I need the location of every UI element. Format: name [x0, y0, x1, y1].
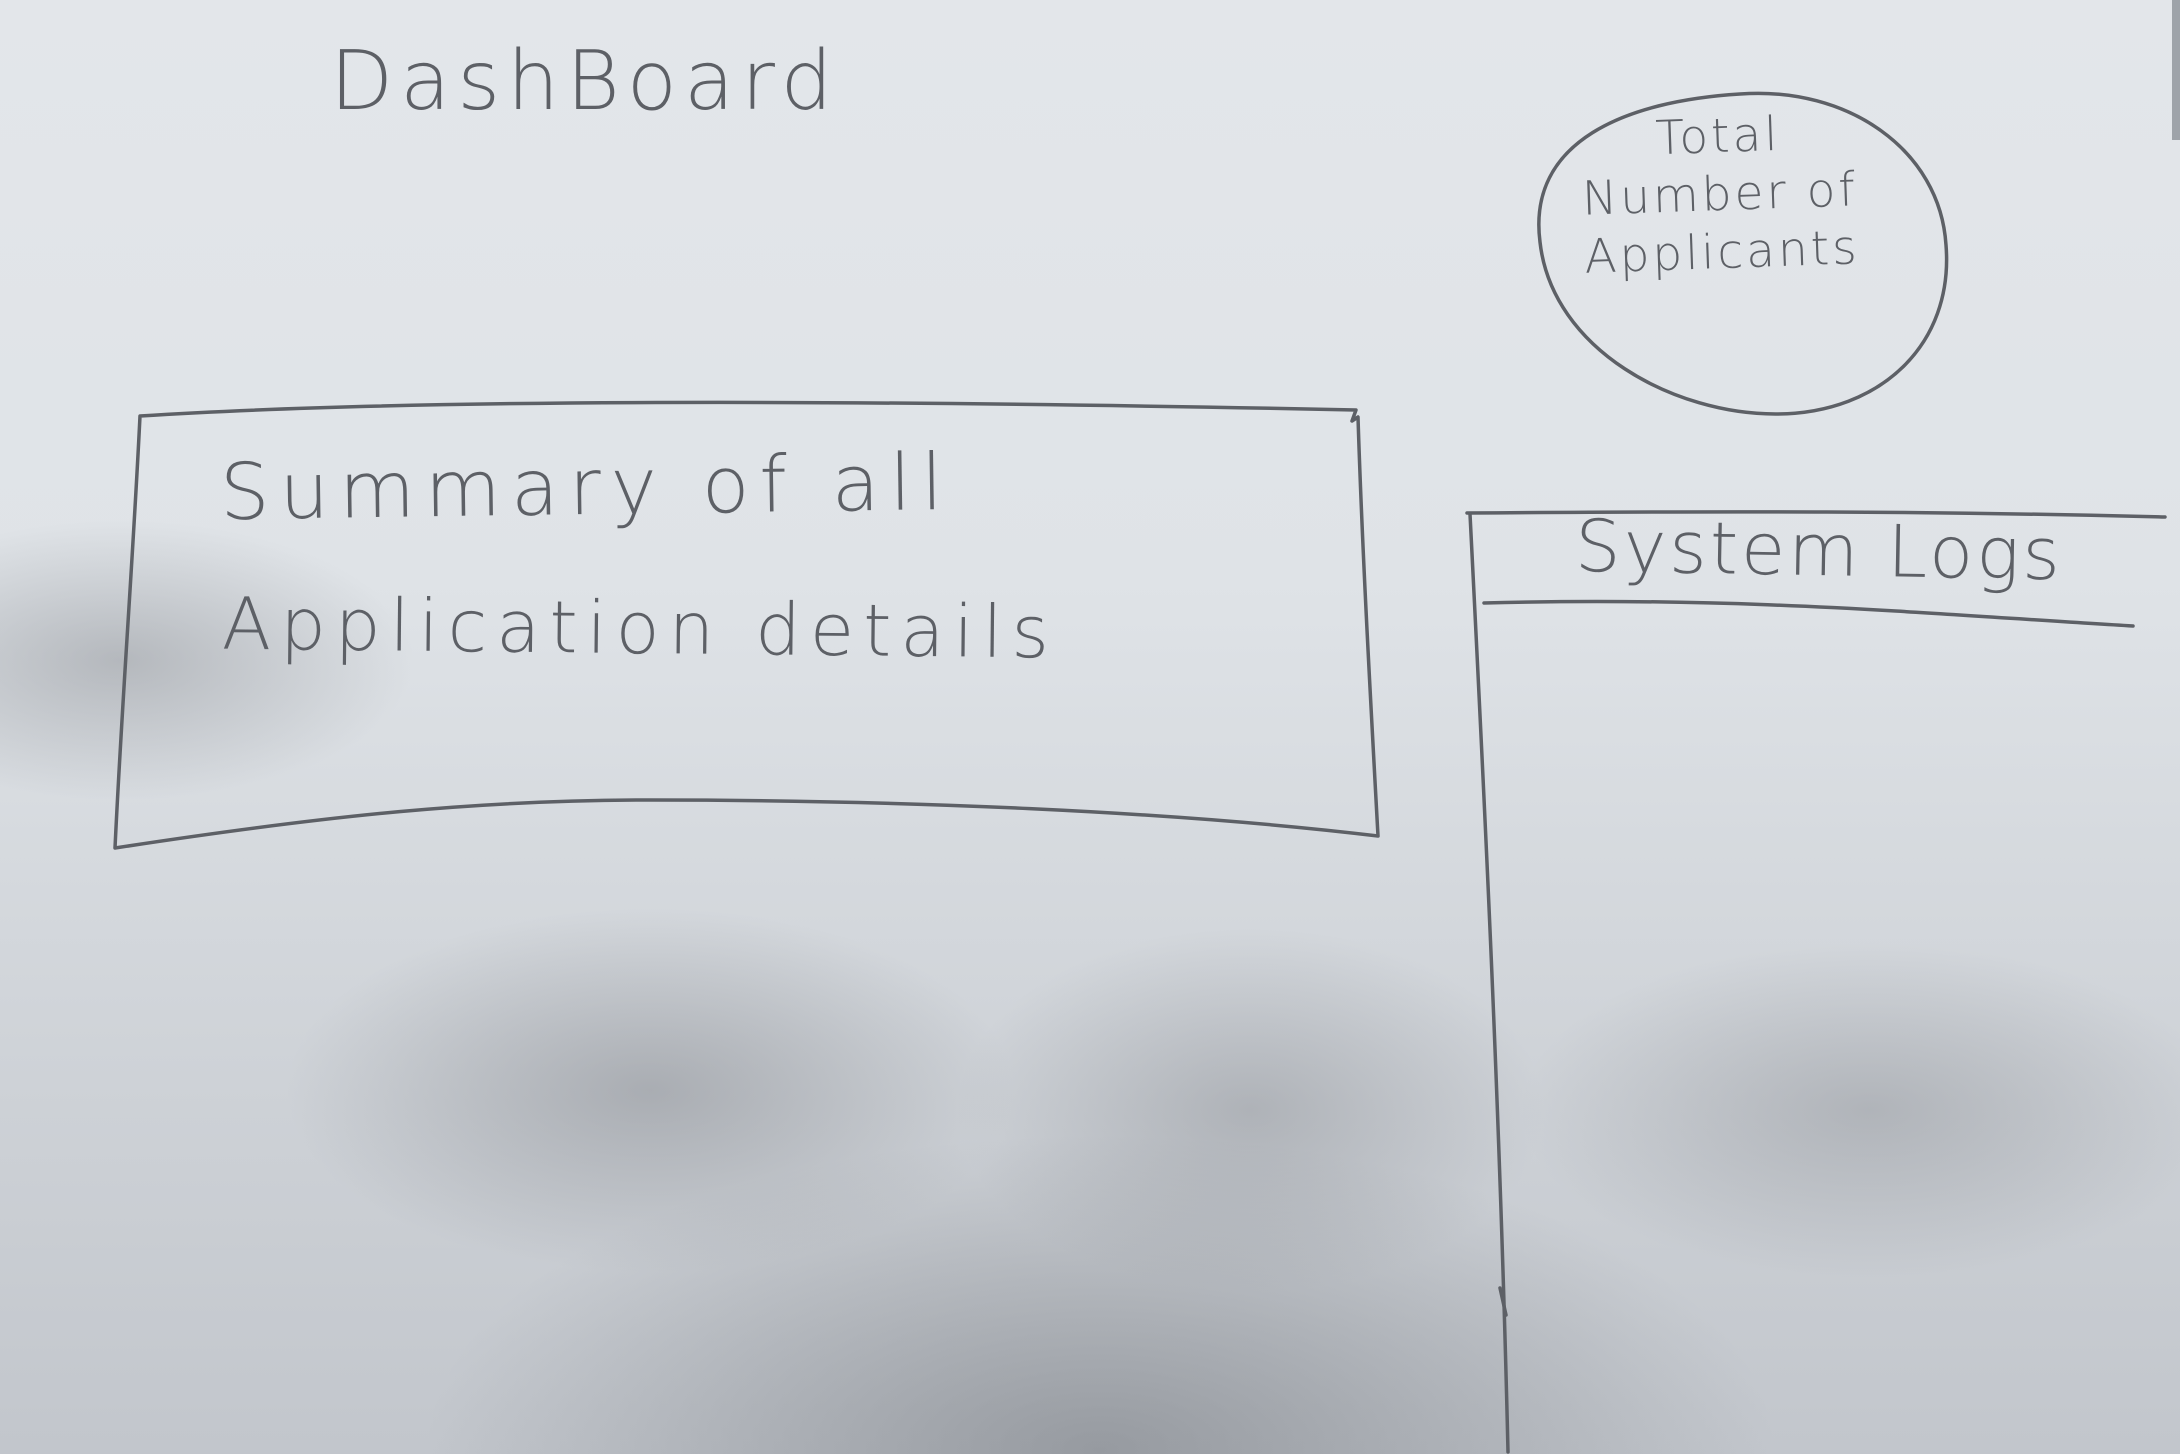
page-title: DashBoard	[330, 34, 840, 129]
applicants-count-badge: Total Number of Applicants	[1581, 106, 1861, 285]
summary-card-title: Summary of all	[219, 437, 954, 539]
system-logs-title: System Logs	[1574, 503, 2064, 597]
system-logs-left-border	[1468, 512, 1510, 1454]
sketch-paper: DashBoard Summary of all Application det…	[0, 0, 2180, 1454]
summary-card-subtitle: Application details	[221, 581, 1059, 675]
system-logs-header-divider	[1482, 599, 2135, 628]
